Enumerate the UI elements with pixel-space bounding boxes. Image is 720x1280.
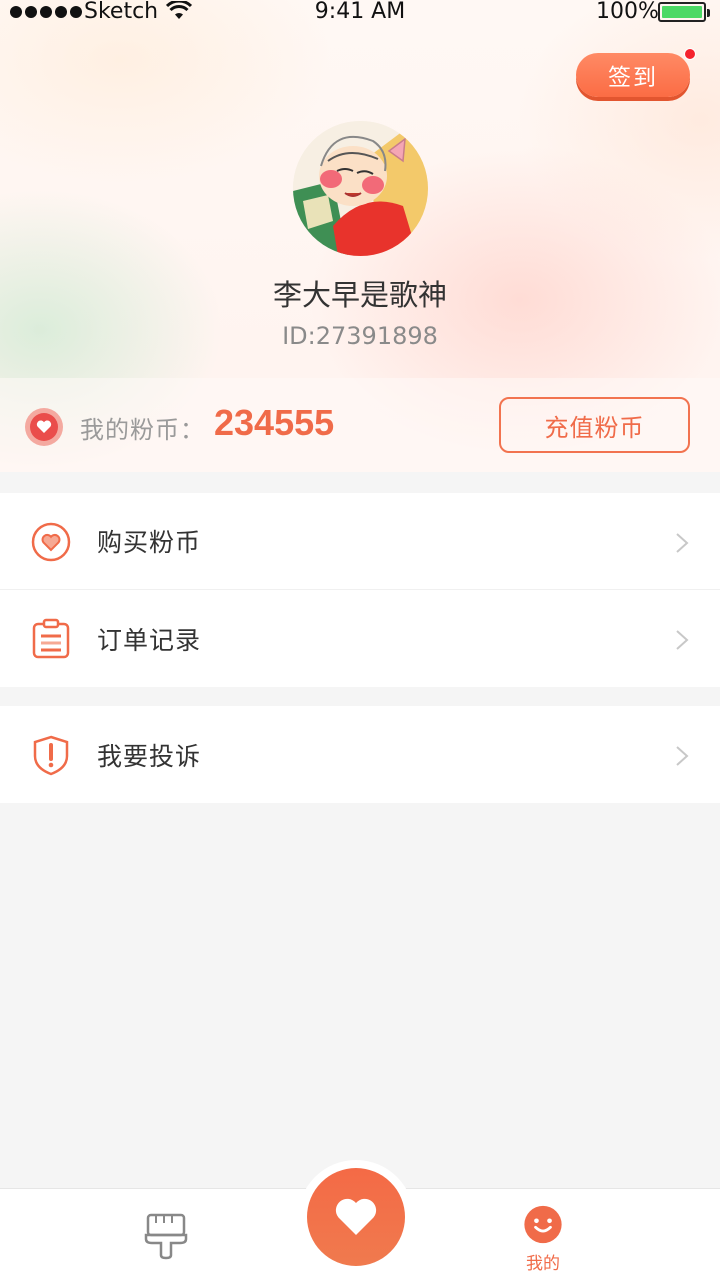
menu-item-orders[interactable]: 订单记录 [0,590,720,687]
heart-circle-icon [31,522,71,562]
chevron-right-icon [676,630,689,650]
chevron-right-icon [676,533,689,553]
battery-percentage: 100% [596,0,659,24]
battery-icon [658,2,710,22]
coin-balance-bar: 我的粉币： 234555 充值粉币 [0,378,720,472]
center-heart-button[interactable] [307,1168,405,1266]
avatar[interactable] [293,121,428,256]
chevron-right-icon [676,746,689,766]
avatar-image [293,121,428,256]
smiley-icon [524,1205,562,1244]
clipboard-icon [32,618,70,659]
user-id: ID:27391898 [282,322,438,350]
menu-group-coins: 购买粉币 订单记录 [0,493,720,687]
profile-header: Sketch 9:41 AM 100% 签到 李大早是歌神 ID:2739189… [0,0,720,472]
coin-balance-value: 234555 [214,402,335,443]
menu-item-label: 我要投诉 [97,741,202,771]
signin-button[interactable]: 签到 [576,53,690,97]
tab-mine[interactable]: 我的 [506,1204,580,1274]
menu-item-buy-coins[interactable]: 购买粉币 [0,493,720,590]
menu-item-label: 订单记录 [97,625,202,655]
recharge-button[interactable]: 充值粉币 [499,397,690,453]
notification-dot [684,48,696,60]
menu-item-label: 购买粉币 [97,528,202,557]
shield-alert-icon [33,735,69,776]
menu-item-complaint[interactable]: 我要投诉 [0,706,720,803]
heart-icon [335,1198,377,1235]
brush-icon[interactable] [140,1211,192,1261]
status-bar: Sketch 9:41 AM 100% [0,0,720,26]
tab-mine-label: 我的 [526,1254,560,1274]
username: 李大早是歌神 [272,278,447,312]
coin-balance-label: 我的粉币： [80,416,205,444]
menu-group-complaint: 我要投诉 [0,706,720,803]
coin-heart-icon [25,408,63,446]
